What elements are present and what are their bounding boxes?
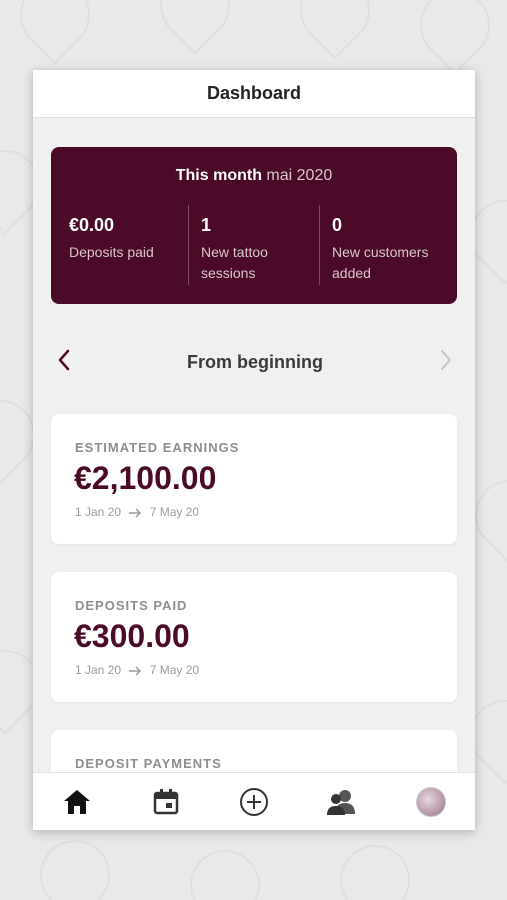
dashboard-content[interactable]: This month mai 2020 €0.00 Deposits paid … — [33, 118, 475, 772]
stat-label: Deposits paid — [69, 244, 154, 260]
stat-value: €0.00 — [69, 215, 115, 235]
this-month-card: This month mai 2020 €0.00 Deposits paid … — [51, 147, 457, 304]
card-title: DEPOSIT PAYMENTS — [75, 756, 222, 771]
card-title: ESTIMATED EARNINGS — [75, 440, 240, 455]
profile-avatar — [415, 786, 446, 817]
range-start: 1 Jan 20 — [75, 663, 122, 677]
stat-label: New customers — [332, 244, 429, 260]
stat-label: New tattoo — [201, 244, 268, 260]
deposit-payments-card[interactable]: DEPOSIT PAYMENTS — [51, 730, 457, 772]
stat-label: added — [332, 265, 371, 281]
drop-shape — [285, 0, 385, 60]
month-title-date: mai 2020 — [266, 167, 333, 184]
page-title: Dashboard — [206, 83, 302, 103]
stat-value: 1 — [201, 215, 212, 235]
drop-shape — [325, 830, 425, 900]
month-card-title: This month mai 2020 — [51, 167, 457, 185]
add-circle-icon — [239, 787, 268, 816]
stat-divider — [319, 205, 320, 285]
tab-bar — [33, 772, 475, 830]
stat-value: 0 — [332, 215, 343, 235]
arrow-right-icon — [129, 666, 142, 676]
drop-shape — [145, 0, 245, 55]
stat-new-customers: 0 New customers added — [332, 215, 428, 284]
chevron-right-icon[interactable] — [439, 349, 453, 375]
drop-shape — [25, 825, 125, 900]
card-value: €2,100.00 — [74, 460, 217, 496]
card-date-range: 1 Jan 20 7 May 20 — [75, 505, 199, 519]
month-title-label: This month — [175, 167, 262, 184]
card-title: DEPOSITS PAID — [75, 598, 188, 613]
tab-customers[interactable] — [322, 782, 362, 822]
estimated-earnings-card[interactable]: ESTIMATED EARNINGS €2,100.00 1 Jan 20 7 … — [51, 414, 457, 544]
stat-deposits-paid: €0.00 Deposits paid — [69, 215, 154, 263]
range-end: 7 May 20 — [149, 663, 200, 677]
card-date-range: 1 Jan 20 7 May 20 — [75, 663, 199, 677]
chevron-left-icon[interactable] — [57, 349, 71, 375]
period-selector: From beginning — [33, 344, 475, 380]
app-screen: Dashboard This month mai 2020 €0.00 Depo… — [33, 70, 475, 830]
customers-icon — [327, 789, 356, 815]
header: Dashboard — [33, 70, 475, 118]
stat-new-tattoo-sessions: 1 New tattoo sessions — [201, 215, 268, 284]
stat-label: sessions — [201, 265, 256, 281]
tab-calendar[interactable] — [146, 782, 186, 822]
range-end: 7 May 20 — [149, 505, 200, 519]
card-value: €300.00 — [74, 618, 190, 654]
drop-shape — [405, 0, 505, 75]
home-icon — [64, 789, 91, 814]
period-label: From beginning — [187, 351, 323, 372]
tab-home[interactable] — [57, 782, 97, 822]
calendar-icon — [153, 788, 178, 814]
tab-profile[interactable] — [411, 782, 451, 822]
drop-shape — [175, 835, 275, 900]
stat-divider — [188, 205, 189, 285]
deposits-paid-card[interactable]: DEPOSITS PAID €300.00 1 Jan 20 7 May 20 — [51, 572, 457, 702]
drop-shape — [5, 0, 105, 65]
arrow-right-icon — [129, 508, 142, 518]
range-start: 1 Jan 20 — [75, 505, 122, 519]
tab-add[interactable] — [234, 782, 274, 822]
